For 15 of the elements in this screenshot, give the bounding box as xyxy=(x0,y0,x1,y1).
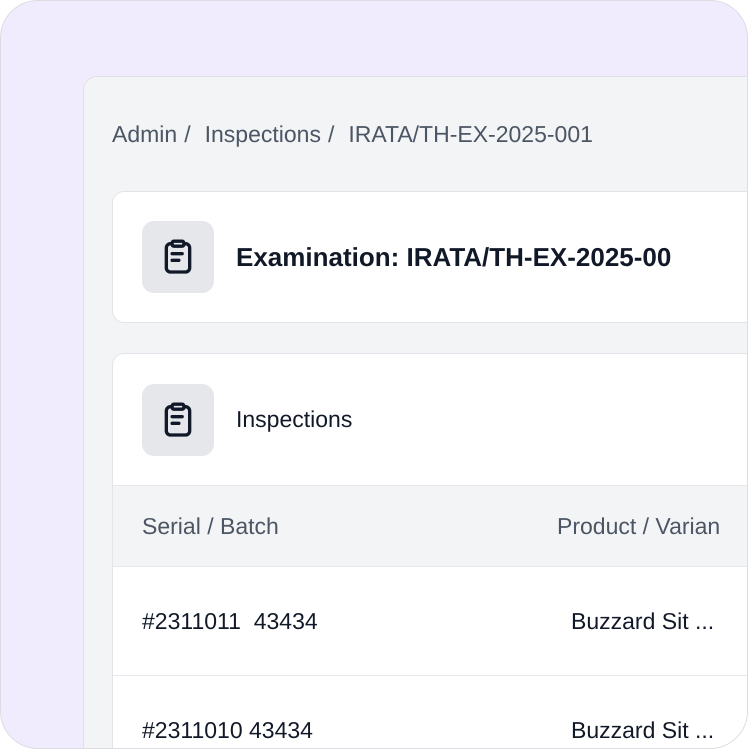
breadcrumb-link[interactable]: Inspections xyxy=(204,120,321,148)
table-cell-text: #2311010 43434 xyxy=(142,716,314,744)
table-cell: Buzzard Sit ... xyxy=(571,716,714,744)
breadcrumb-separator: / xyxy=(184,120,191,148)
breadcrumb-current: IRATA/TH-EX-2025-001 xyxy=(348,120,593,148)
table-cell-text: #2311011 43434 xyxy=(142,608,319,634)
breadcrumb-link[interactable]: Admin xyxy=(112,120,178,148)
table-cell: Buzzard Sit ... xyxy=(571,608,714,634)
page-title: Examination: IRATA/TH-EX-2025-00 xyxy=(236,242,672,272)
column-header: Serial / Batch xyxy=(142,512,280,540)
column-header: Product / Varian xyxy=(557,512,720,540)
section-title: Inspections xyxy=(236,406,352,433)
clipboard-icon xyxy=(142,384,214,456)
clipboard-icon xyxy=(142,221,214,293)
breadcrumb-separator: / xyxy=(328,120,334,148)
